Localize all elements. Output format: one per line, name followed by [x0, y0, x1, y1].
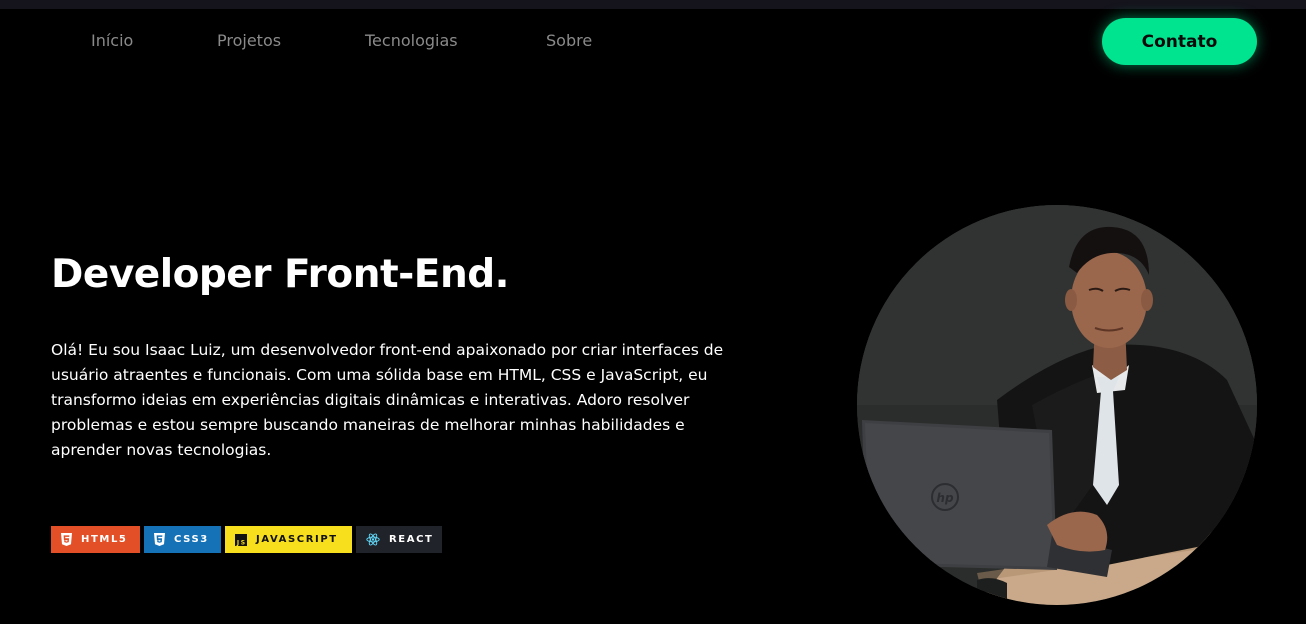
badge-label: HTML5 [81, 534, 128, 545]
react-icon [366, 533, 380, 546]
javascript-icon: JS [235, 533, 247, 546]
top-bar [0, 0, 1306, 9]
badge-label: CSS3 [174, 534, 209, 545]
badge-label: JAVASCRIPT [256, 534, 338, 545]
nav-link-sobre[interactable]: Sobre [546, 31, 592, 50]
contact-button[interactable]: Contato [1102, 18, 1257, 65]
badge-label: REACT [389, 534, 434, 545]
css3-icon [154, 533, 165, 546]
badge-html5: HTML5 [51, 526, 140, 553]
badge-javascript: JS JAVASCRIPT [225, 526, 352, 553]
hero-description: Olá! Eu sou Isaac Luiz, um desenvolvedor… [51, 341, 724, 459]
profile-photo: hp [857, 205, 1257, 605]
tech-badges: HTML5 CSS3 JS JAVASCRIPT REACT [51, 526, 442, 553]
hero-title: Developer Front-End. [51, 252, 509, 297]
nav-link-projetos[interactable]: Projetos [217, 31, 281, 50]
laptop-logo: hp [936, 491, 954, 505]
main-nav: Início Projetos Tecnologias Sobre Contat… [0, 9, 1306, 73]
nav-link-tecnologias[interactable]: Tecnologias [365, 31, 458, 50]
html5-icon [61, 533, 72, 546]
svg-text:JS: JS [236, 539, 247, 545]
badge-css3: CSS3 [144, 526, 221, 553]
badge-react: REACT [356, 526, 442, 553]
nav-link-inicio[interactable]: Início [91, 31, 133, 50]
